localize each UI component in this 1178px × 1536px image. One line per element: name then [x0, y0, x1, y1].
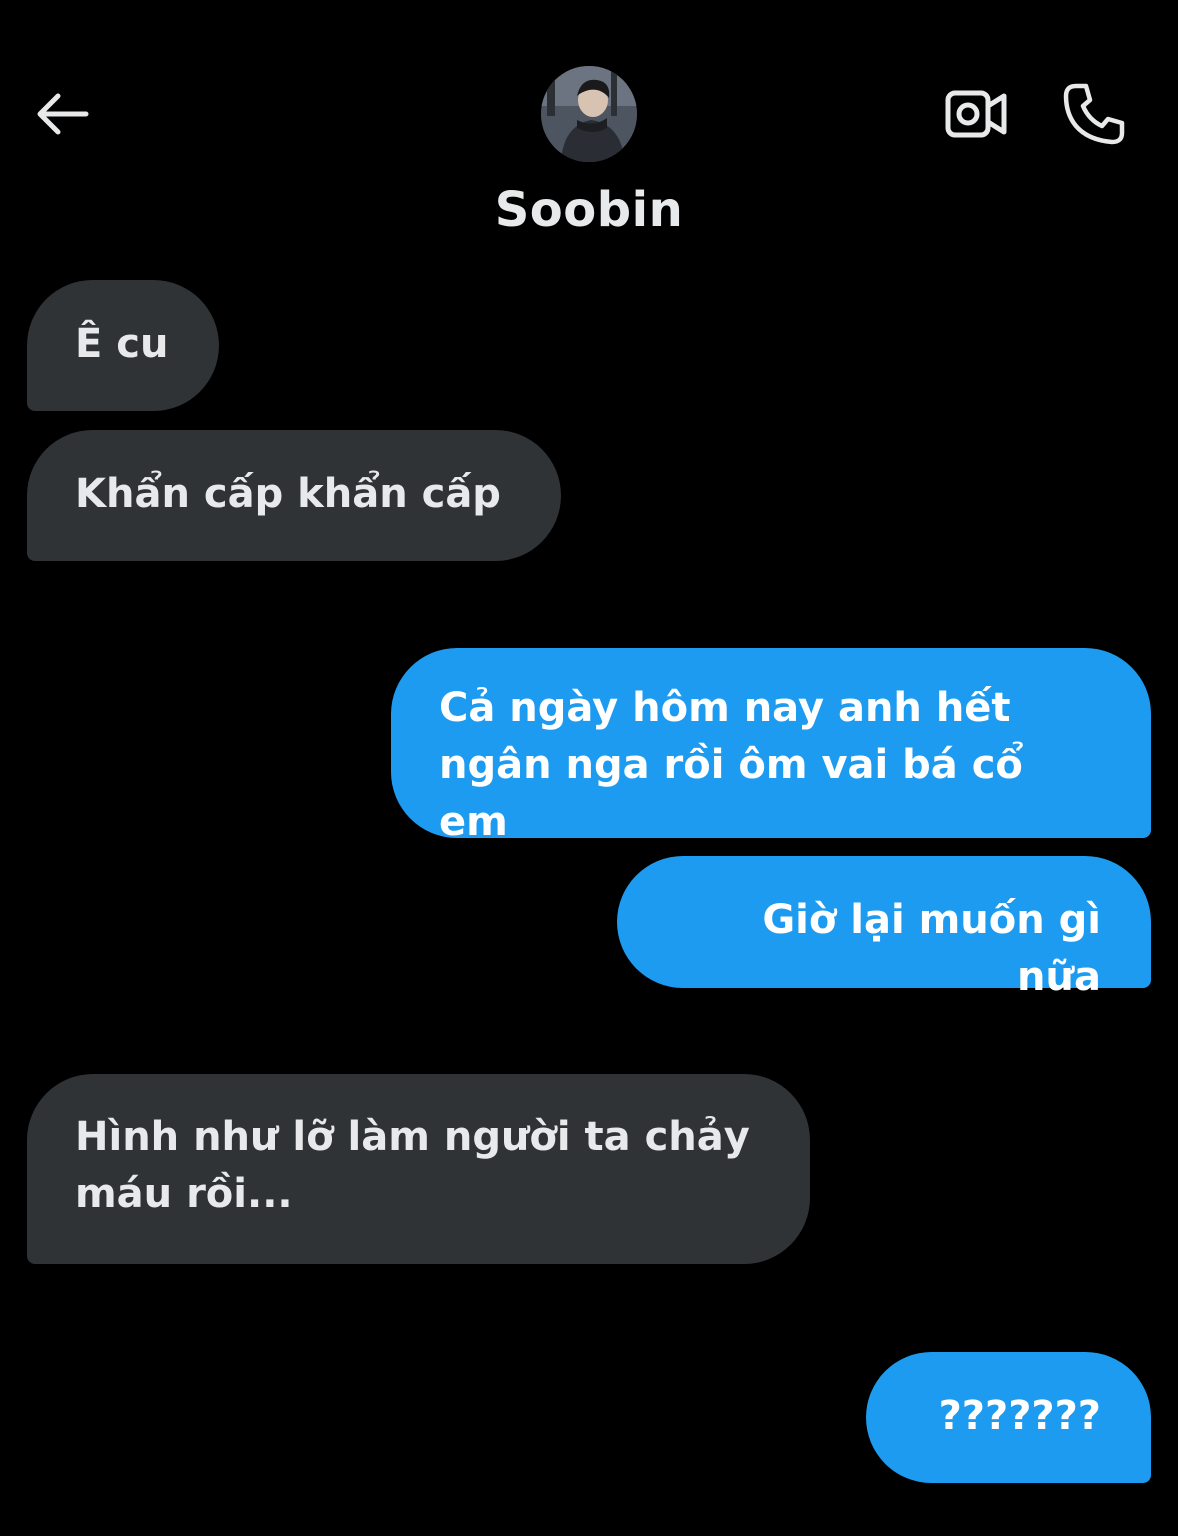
contact-name[interactable]: Soobin: [0, 182, 1178, 238]
video-camera-icon: [945, 90, 1007, 138]
message-bubble-incoming[interactable]: Khẩn cấp khẩn cấp: [27, 430, 561, 561]
avatar-photo: [541, 66, 637, 162]
avatar[interactable]: [541, 66, 637, 162]
arrow-left-icon: [37, 93, 89, 135]
conversation-header: Soobin: [0, 0, 1178, 260]
message-bubble-outgoing[interactable]: Giờ lại muốn gì nữa: [617, 856, 1151, 1000]
back-button[interactable]: [30, 84, 94, 144]
video-call-button[interactable]: [940, 82, 1012, 146]
message-bubble-incoming[interactable]: Ê cu: [27, 280, 219, 411]
message-bubble-outgoing[interactable]: ???????: [866, 1352, 1151, 1483]
phone-icon: [1063, 83, 1125, 145]
voice-call-button[interactable]: [1058, 78, 1130, 150]
message-bubble-outgoing[interactable]: Cả ngày hôm nay anh hết ngân nga rồi ôm …: [391, 648, 1151, 845]
message-bubble-incoming[interactable]: Hình như lỡ làm người ta chảy máu rồi...: [27, 1074, 810, 1264]
